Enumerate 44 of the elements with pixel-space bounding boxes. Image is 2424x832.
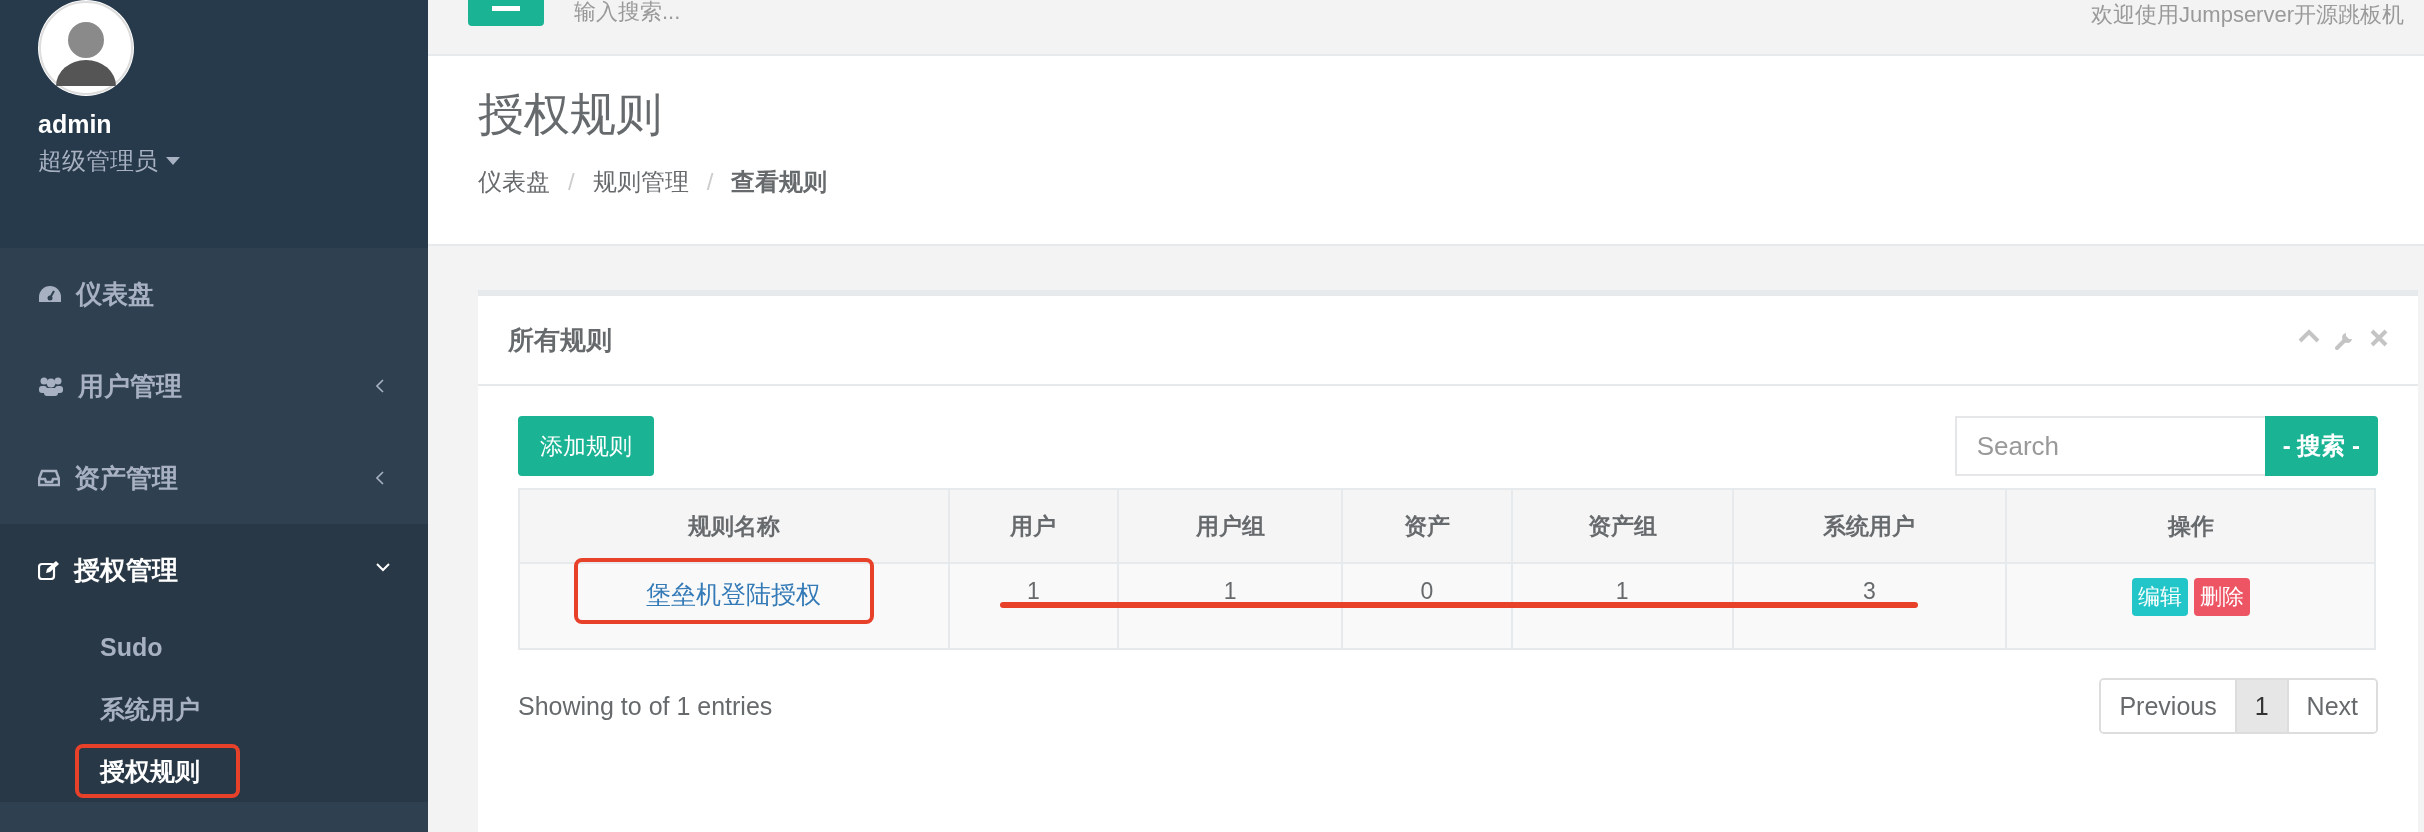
user-role[interactable]: 超级管理员: [38, 145, 180, 177]
breadcrumb-separator: /: [568, 168, 575, 196]
column-header: 操作: [2006, 489, 2375, 563]
inbox-icon: [38, 469, 60, 487]
card-title: 所有规则: [508, 323, 613, 357]
sidebar-subitem[interactable]: Sudo: [100, 616, 163, 678]
caret-icon: [166, 157, 180, 165]
sidebar-item[interactable]: 资产管理: [0, 432, 428, 524]
page-title: 授权规则: [478, 87, 662, 142]
table-cell: 3: [1732, 563, 2007, 649]
user-name: admin: [38, 110, 112, 139]
sidebar-item[interactable]: 授权管理: [0, 524, 428, 616]
table-cell: 1: [1511, 563, 1733, 649]
delete-button[interactable]: 删除: [2193, 578, 2250, 616]
edit-icon: [38, 560, 60, 580]
page-button[interactable]: Next: [2286, 680, 2376, 732]
sidebar-subitem[interactable]: 授权规则: [100, 740, 200, 802]
welcome-text: 欢迎使用Jumpserver开源跳板机: [2091, 1, 2404, 29]
column-header: 规则名称: [519, 489, 949, 563]
table-cell: 1: [948, 563, 1119, 649]
chevron-up-icon[interactable]: [2298, 329, 2320, 343]
close-icon[interactable]: [2370, 329, 2388, 347]
menu-button[interactable]: [468, 0, 544, 26]
sidebar-item[interactable]: 用户管理: [0, 340, 428, 432]
column-header: 资产: [1342, 489, 1512, 563]
search-field[interactable]: Search: [1954, 416, 2265, 476]
rule-link[interactable]: 堡垒机登陆授权: [646, 580, 822, 608]
table-cell: 0: [1342, 563, 1512, 649]
page-button[interactable]: 1: [2234, 680, 2287, 732]
column-header: 资产组: [1511, 489, 1733, 563]
entries-info: Showing to of 1 entries: [518, 692, 773, 721]
column-header: 系统用户: [1732, 489, 2007, 563]
sidebar-item[interactable]: 仪表盘: [0, 248, 428, 340]
column-header: 用户组: [1118, 489, 1343, 563]
breadcrumb-current: 查看规则: [731, 167, 828, 197]
table-cell: 1: [1118, 563, 1343, 649]
dashboard-icon: [38, 284, 62, 304]
search-field[interactable]: 输入搜索...: [574, 0, 874, 24]
breadcrumb-link[interactable]: 规则管理: [592, 166, 689, 198]
users-icon: [38, 376, 64, 396]
breadcrumb-link[interactable]: 仪表盘: [478, 166, 550, 198]
column-header: 用户: [948, 489, 1119, 563]
sidebar-subitem[interactable]: 系统用户: [100, 678, 200, 740]
breadcrumb-separator: /: [706, 168, 714, 196]
